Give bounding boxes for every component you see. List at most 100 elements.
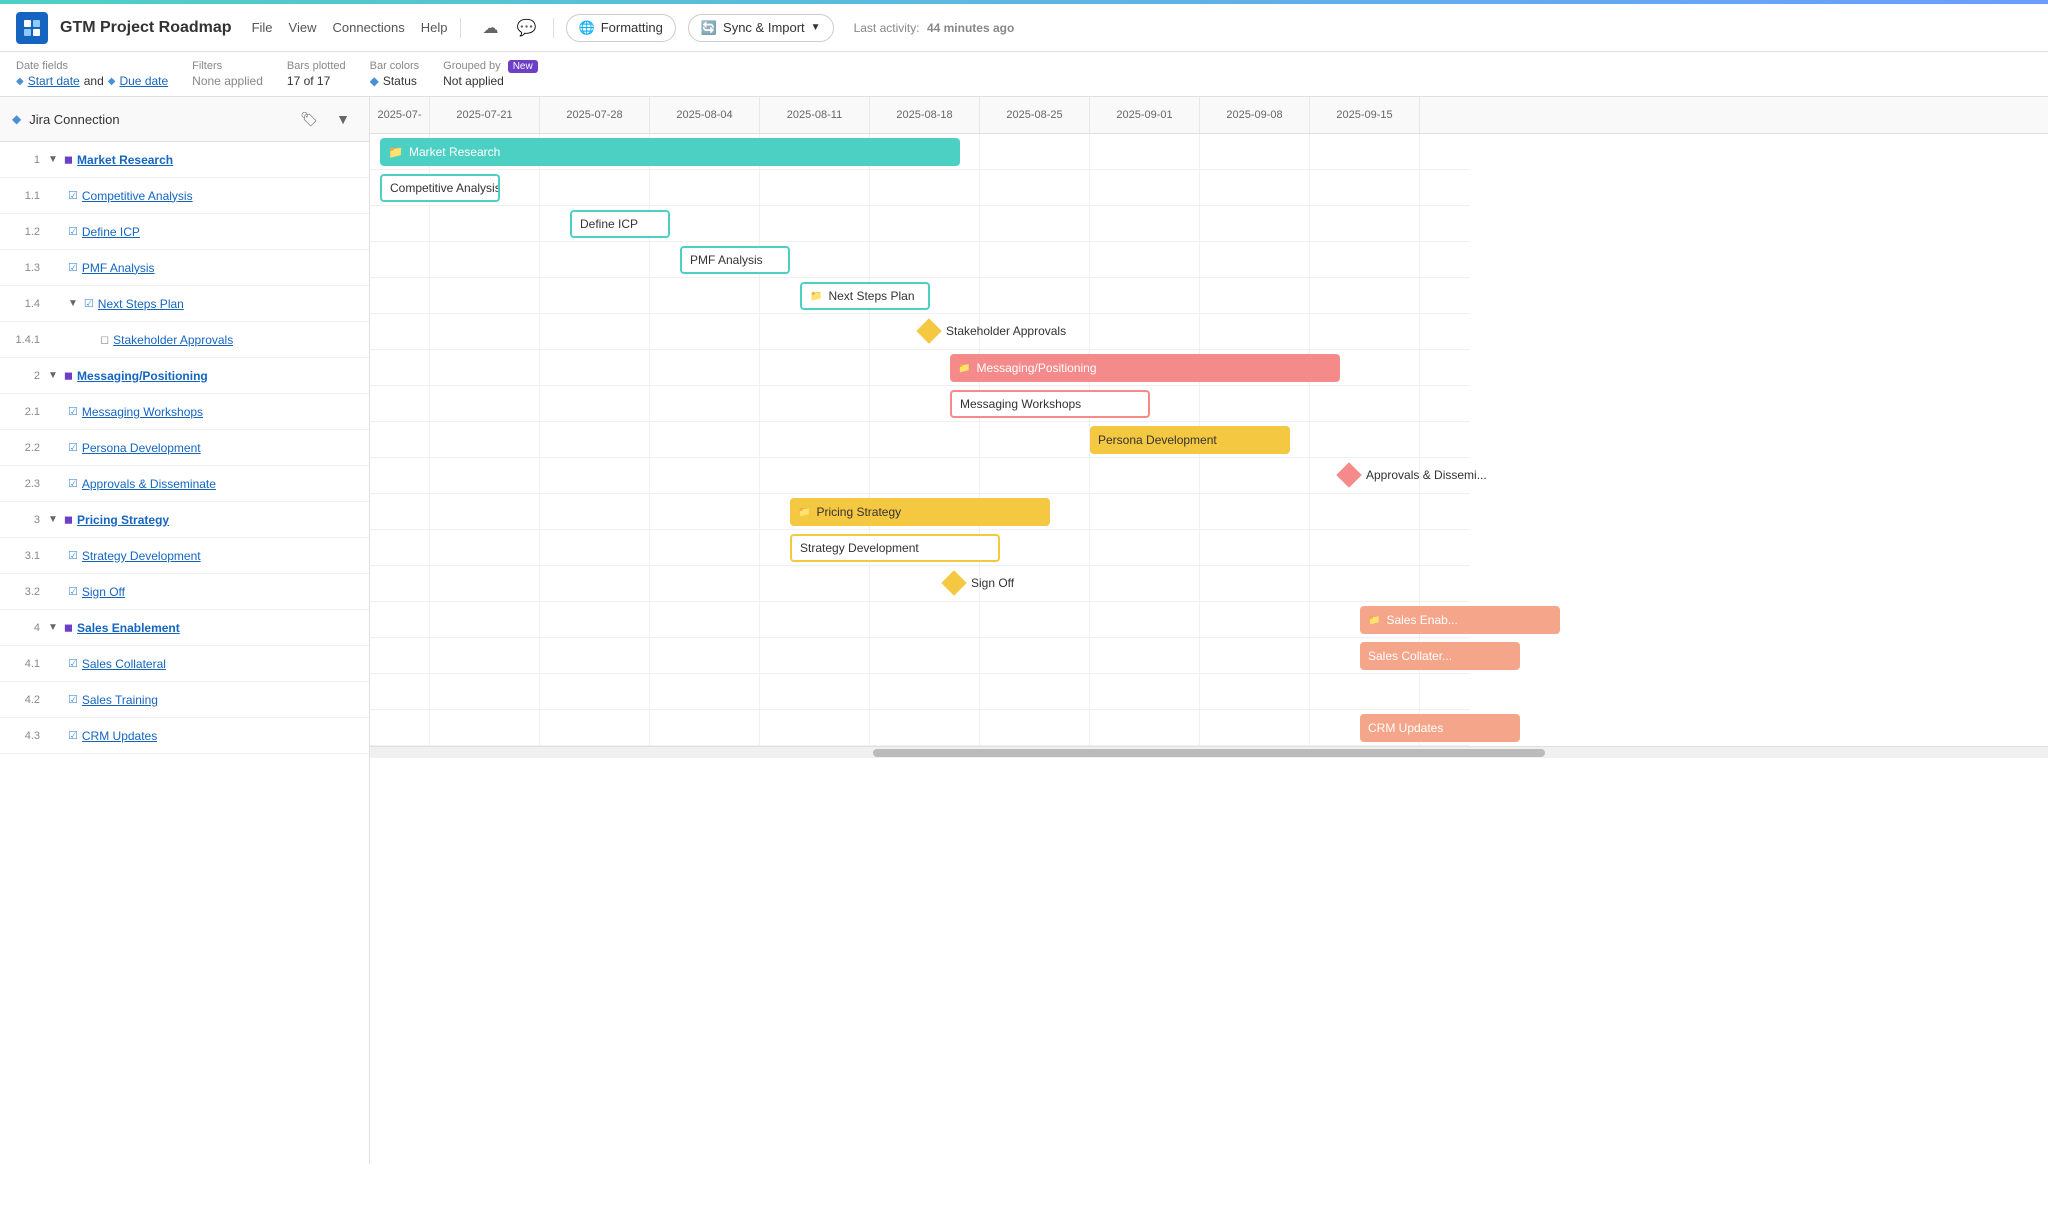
- gantt-area[interactable]: 2025-07- 2025-07-21 2025-07-28 2025-08-0…: [370, 97, 2048, 1164]
- gantt-rows-container: 📁 Market Research Competitive Analysis: [370, 134, 1470, 746]
- bar-label: Sales Collater...: [1368, 649, 1452, 663]
- row-label[interactable]: Strategy Development: [82, 549, 201, 563]
- row-label[interactable]: PMF Analysis: [82, 261, 155, 275]
- row-label[interactable]: Next Steps Plan: [98, 297, 184, 311]
- jira-connection-label: Jira Connection: [29, 112, 287, 127]
- gantt-col-header: 2025-07-: [370, 97, 430, 133]
- gantt-milestone-approvals[interactable]: Approvals & Dissemi...: [1340, 466, 1487, 484]
- formatting-button[interactable]: 🌐 Formatting: [566, 14, 676, 42]
- gantt-col-header: 2025-08-25: [980, 97, 1090, 133]
- milestone-label: Approvals & Dissemi...: [1366, 468, 1487, 482]
- gantt-bar-sales-enablement[interactable]: 📁 Sales Enab...: [1360, 606, 1560, 634]
- gantt-milestone-stakeholder[interactable]: Stakeholder Approvals: [920, 322, 1066, 340]
- gantt-row: Messaging Workshops: [370, 386, 1470, 422]
- gantt-bar-sales-collateral[interactable]: Sales Collater...: [1360, 642, 1520, 670]
- grouped-by-label: Grouped by New: [443, 60, 538, 72]
- row-label[interactable]: Market Research: [77, 153, 173, 167]
- cloud-icon-btn[interactable]: ☁: [477, 14, 505, 42]
- milestone-diamond-pink-icon: [1336, 462, 1361, 487]
- row-label[interactable]: Define ICP: [82, 225, 140, 239]
- gantt-bar-competitive-analysis[interactable]: Competitive Analysis: [380, 174, 500, 202]
- row-label[interactable]: Competitive Analysis: [82, 189, 193, 203]
- date-fields-value[interactable]: ◆ Start date and ◆ Due date: [16, 74, 168, 88]
- row-label[interactable]: Sales Collateral: [82, 657, 166, 671]
- sync-label: Sync & Import: [723, 20, 805, 35]
- table-row: 3 ▼ ◼ Pricing Strategy: [0, 502, 369, 538]
- tag-icon-btn[interactable]: 🏷: [295, 105, 323, 133]
- row-label[interactable]: Pricing Strategy: [77, 513, 169, 527]
- gantt-bar-pmf-analysis[interactable]: PMF Analysis: [680, 246, 790, 274]
- row-label[interactable]: Stakeholder Approvals: [113, 333, 233, 347]
- gantt-bar-strategy-development[interactable]: Strategy Development: [790, 534, 1000, 562]
- bar-label: Next Steps Plan: [828, 289, 914, 303]
- formatting-label: Formatting: [601, 20, 663, 35]
- gantt-scrollbar[interactable]: [370, 746, 2048, 758]
- row-label[interactable]: Sign Off: [82, 585, 125, 599]
- caret-icon[interactable]: ▼: [48, 370, 58, 381]
- sync-import-button[interactable]: 🔄 Sync & Import ▼: [688, 14, 834, 42]
- comment-icon-btn[interactable]: 💬: [513, 14, 541, 42]
- status-diamond-icon: ◆: [370, 74, 379, 88]
- grouped-by-section[interactable]: Grouped by New Not applied: [443, 60, 538, 88]
- row-label[interactable]: Messaging/Positioning: [77, 369, 208, 383]
- table-row: 3.2 ☑ Sign Off: [0, 574, 369, 610]
- caret-icon[interactable]: ▼: [68, 298, 78, 309]
- gantt-col-header: 2025-08-04: [650, 97, 760, 133]
- gantt-bar-crm-updates[interactable]: CRM Updates: [1360, 714, 1520, 742]
- caret-icon[interactable]: ▼: [48, 154, 58, 165]
- gantt-row: Competitive Analysis: [370, 170, 1470, 206]
- gantt-bar-pricing-strategy[interactable]: 📁 Pricing Strategy: [790, 498, 1050, 526]
- sync-icon: 🔄: [701, 20, 717, 36]
- milestone-diamond-icon: [916, 318, 941, 343]
- last-activity-label: Last activity:: [854, 21, 920, 35]
- start-date-diamond-icon: ◆: [16, 76, 24, 87]
- filters-value: None applied: [192, 74, 263, 88]
- row-label[interactable]: Sales Enablement: [77, 621, 180, 635]
- main-area: ◆ Jira Connection 🏷 ▼ 1 ▼ ◼ Market Resea…: [0, 97, 2048, 1164]
- nav-connections[interactable]: Connections: [332, 20, 404, 35]
- caret-icon[interactable]: ▼: [48, 514, 58, 525]
- gantt-milestone-signoff[interactable]: Sign Off: [945, 574, 1014, 592]
- filters-section[interactable]: Filters None applied: [192, 60, 263, 88]
- caret-icon[interactable]: ▼: [48, 622, 58, 633]
- nav-view[interactable]: View: [289, 20, 317, 35]
- bar-colors-section[interactable]: Bar colors ◆ Status: [370, 60, 420, 88]
- table-row: 2.1 ☑ Messaging Workshops: [0, 394, 369, 430]
- filter-icon-btn[interactable]: ▼: [329, 105, 357, 133]
- gantt-col-header: 2025-07-21: [430, 97, 540, 133]
- folder-icon: ◼: [64, 513, 73, 526]
- gantt-header: 2025-07- 2025-07-21 2025-07-28 2025-08-0…: [370, 97, 2048, 134]
- row-label[interactable]: Persona Development: [82, 441, 201, 455]
- bars-plotted-label: Bars plotted: [287, 60, 346, 72]
- gantt-bar-market-research[interactable]: 📁 Market Research: [380, 138, 960, 166]
- grouped-by-new-badge: New: [508, 60, 538, 73]
- row-label[interactable]: Approvals & Disseminate: [82, 477, 216, 491]
- bar-label: PMF Analysis: [690, 253, 763, 267]
- nav-file[interactable]: File: [252, 20, 273, 35]
- gantt-bar-messaging-workshops[interactable]: Messaging Workshops: [950, 390, 1150, 418]
- milestone-label: Stakeholder Approvals: [946, 324, 1066, 338]
- bar-label: Sales Enab...: [1386, 613, 1457, 627]
- left-panel: ◆ Jira Connection 🏷 ▼ 1 ▼ ◼ Market Resea…: [0, 97, 370, 1164]
- table-row: 2 ▼ ◼ Messaging/Positioning: [0, 358, 369, 394]
- gantt-bar-persona-development[interactable]: Persona Development: [1090, 426, 1290, 454]
- gantt-row: 📁 Market Research: [370, 134, 1470, 170]
- row-label[interactable]: Sales Training: [82, 693, 158, 707]
- gantt-row: CRM Updates: [370, 710, 1470, 746]
- gantt-bar-messaging-positioning[interactable]: 📁 Messaging/Positioning: [950, 354, 1340, 382]
- gantt-row: [370, 674, 1470, 710]
- checkbox-icon: ☑: [68, 585, 78, 598]
- formatting-globe-icon: 🌐: [579, 20, 595, 36]
- row-label[interactable]: CRM Updates: [82, 729, 157, 743]
- app-title: GTM Project Roadmap: [60, 19, 232, 37]
- nav-actions: ☁ 💬: [477, 14, 541, 42]
- scrollbar-thumb[interactable]: [873, 749, 1544, 757]
- bars-plotted-value: 17 of 17: [287, 74, 346, 88]
- gantt-bar-define-icp[interactable]: Define ICP: [570, 210, 670, 238]
- milestone-icon: ◻: [100, 333, 109, 346]
- row-label[interactable]: Messaging Workshops: [82, 405, 203, 419]
- milestone-label: Sign Off: [971, 576, 1014, 590]
- gantt-row: Define ICP: [370, 206, 1470, 242]
- nav-help[interactable]: Help: [421, 20, 448, 35]
- gantt-bar-next-steps-plan[interactable]: 📁 Next Steps Plan: [800, 282, 930, 310]
